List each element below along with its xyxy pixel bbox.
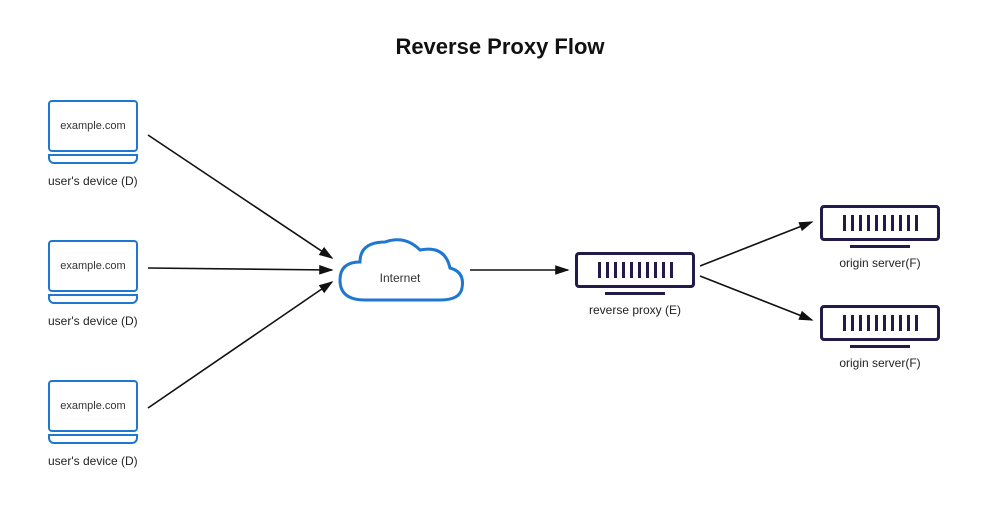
cloud-label: Internet [380,271,421,285]
internet-cloud: Internet [330,230,470,325]
laptop-base [48,294,138,304]
laptop-screen: example.com [48,380,138,432]
server-underline [850,345,910,348]
reverse-proxy: reverse proxy (E) [575,252,695,317]
laptop-base [48,434,138,444]
origin-server-1: origin server(F) [820,205,940,270]
server-icon [820,305,940,341]
device-url: example.com [60,120,125,132]
device-url: example.com [60,400,125,412]
diagram-title: Reverse Proxy Flow [0,34,1000,60]
server-underline [605,292,665,295]
server-icon [575,252,695,288]
diagram-stage: Reverse Proxy Flow example.com user's de… [0,0,1000,524]
origin-server-2: origin server(F) [820,305,940,370]
laptop-screen: example.com [48,240,138,292]
server-caption: origin server(F) [820,356,940,370]
user-device-3: example.com user's device (D) [48,380,138,468]
device-caption: user's device (D) [48,454,138,468]
device-caption: user's device (D) [48,314,138,328]
server-underline [850,245,910,248]
proxy-caption: reverse proxy (E) [575,303,695,317]
server-caption: origin server(F) [820,256,940,270]
user-device-1: example.com user's device (D) [48,100,138,188]
user-device-2: example.com user's device (D) [48,240,138,328]
laptop-base [48,154,138,164]
device-url: example.com [60,260,125,272]
server-icon [820,205,940,241]
laptop-screen: example.com [48,100,138,152]
device-caption: user's device (D) [48,174,138,188]
